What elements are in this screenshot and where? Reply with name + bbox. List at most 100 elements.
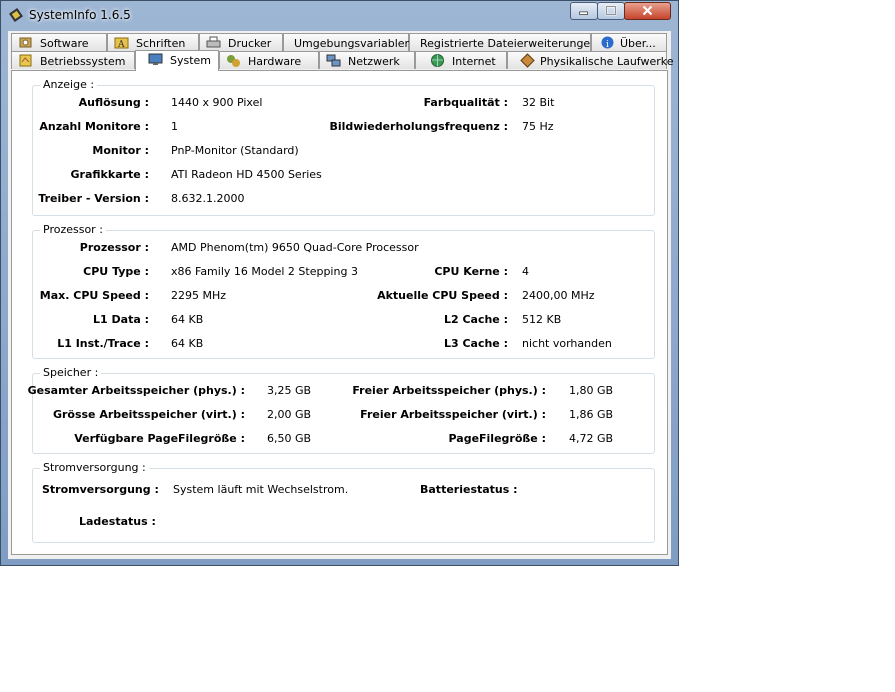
frequenz-label: Bildwiederholungsfrequenz :: [329, 120, 509, 133]
tab-label: Umgebungsvariablen: [294, 37, 412, 50]
farbqualitaet-label: Farbqualität :: [423, 96, 508, 109]
grafikkarte-value: ATI Radeon HD 4500 Series: [171, 168, 322, 181]
tab-label: Registrierte Dateierweiterungen: [420, 37, 598, 50]
chip-icon: [9, 8, 23, 22]
treiber-label: Treiber - Version :: [38, 192, 149, 205]
tab-system[interactable]: System: [135, 50, 219, 71]
group-title: Prozessor :: [40, 223, 106, 236]
l1data-value: 64 KB: [171, 313, 204, 326]
tab-betriebssystem[interactable]: Betriebssystem: [11, 51, 135, 69]
cd-icon: [19, 37, 32, 48]
pagefile-avail-label: Verfügbare PageFilegröße :: [74, 432, 245, 445]
batteriestatus-label: Batteriestatus :: [420, 483, 518, 496]
ladestatus-label: Ladestatus :: [79, 515, 156, 528]
pagefile-value: 4,72 GB: [569, 432, 614, 445]
group-prozessor: Prozessor : Prozessor : AMD Phenom(tm) 9…: [32, 223, 655, 359]
monitore-label: Anzahl Monitore :: [39, 120, 149, 133]
tab-label: Physikalische Laufwerke: [540, 55, 674, 68]
tab-label: Betriebssystem: [40, 55, 126, 68]
svg-text:A: A: [117, 40, 125, 50]
frequenz-value: 75 Hz: [522, 120, 554, 133]
tab-label: Internet: [452, 55, 496, 68]
tab-internet[interactable]: Internet: [415, 51, 507, 69]
tab-label: Über...: [620, 37, 656, 50]
tab-drucker[interactable]: Drucker: [199, 33, 283, 51]
tab-ueber[interactable]: i Über...: [591, 33, 667, 51]
title-bar[interactable]: SystemInfo 1.6.5: [1, 1, 678, 29]
frei-label: Freier Arbeitsspeicher (phys.) :: [352, 384, 546, 397]
os-icon: [19, 54, 32, 67]
pagefile-label: PageFilegröße :: [448, 432, 547, 445]
l2-value: 512 KB: [522, 313, 562, 326]
cputyp-value: x86 Family 16 Model 2 Stepping 3: [171, 265, 358, 278]
client-area: Software A Schriften Drucker Umgebungsva…: [8, 31, 674, 559]
grafikkarte-label: Grafikkarte :: [70, 168, 149, 181]
tab-dateierweiterungen[interactable]: Registrierte Dateierweiterungen: [409, 33, 597, 51]
frei-value: 1,80 GB: [569, 384, 614, 397]
tab-umgebungsvariablen[interactable]: Umgebungsvariablen: [283, 33, 412, 51]
maxspeed-label: Max. CPU Speed :: [39, 289, 149, 302]
tab-label: System: [170, 54, 212, 67]
svg-text:i: i: [606, 40, 609, 50]
freivirt-label: Freier Arbeitsspeicher (virt.) :: [360, 408, 546, 421]
gesamt-value: 3,25 GB: [267, 384, 312, 397]
monitor-icon: [148, 53, 163, 65]
tab-label: Netzwerk: [348, 55, 400, 68]
aufloesung-value: 1440 x 900 Pixel: [171, 96, 263, 109]
group-title: Anzeige :: [40, 78, 98, 91]
group-stromversorgung: Stromversorgung : Stromversorgung : Syst…: [32, 461, 655, 543]
l2-label: L2 Cache :: [443, 313, 508, 326]
minimize-button[interactable]: [570, 2, 598, 20]
stromversorgung-value: System läuft mit Wechselstrom.: [173, 483, 349, 496]
l3-label: L3 Cache :: [443, 337, 508, 350]
network-icon: [326, 54, 341, 67]
l1inst-label: L1 Inst./Trace :: [57, 337, 149, 350]
close-icon: [642, 5, 653, 16]
virt-label: Grösse Arbeitsspeicher (virt.) :: [52, 408, 245, 421]
prozessor-value: AMD Phenom(tm) 9650 Quad-Core Processor: [171, 241, 419, 254]
pagefile-avail-value: 6,50 GB: [267, 432, 312, 445]
close-button[interactable]: [624, 2, 671, 20]
tab-schriften[interactable]: A Schriften: [107, 33, 199, 51]
tab-software[interactable]: Software: [11, 33, 107, 51]
maximize-icon: [605, 5, 617, 16]
group-anzeige: Anzeige : Auflösung : 1440 x 900 Pixel F…: [32, 78, 655, 216]
cputyp-label: CPU Type :: [83, 265, 149, 278]
monitor-value: PnP-Monitor (Standard): [171, 144, 299, 157]
tab-label: Schriften: [136, 37, 186, 50]
hardware-icon: [227, 55, 240, 67]
tab-hardware[interactable]: Hardware: [219, 51, 319, 69]
stromversorgung-label: Stromversorgung :: [42, 483, 159, 496]
system-panel: Anzeige : Auflösung : 1440 x 900 Pixel F…: [11, 70, 668, 555]
kerne-label: CPU Kerne :: [434, 265, 508, 278]
l1data-label: L1 Data :: [93, 313, 149, 326]
virt-value: 2,00 GB: [267, 408, 312, 421]
globe-icon: [431, 54, 444, 67]
maxspeed-value: 2295 MHz: [171, 289, 227, 302]
freivirt-value: 1,86 GB: [569, 408, 614, 421]
tab-label: Software: [40, 37, 89, 50]
prozessor-label: Prozessor :: [79, 241, 149, 254]
kerne-value: 4: [522, 265, 529, 278]
aktspeed-label: Aktuelle CPU Speed :: [377, 289, 508, 302]
aufloesung-label: Auflösung :: [78, 96, 149, 109]
group-title: Speicher :: [40, 366, 102, 379]
info-icon: i: [601, 36, 614, 50]
gesamt-label: Gesamter Arbeitsspeicher (phys.) :: [27, 384, 245, 397]
l1inst-value: 64 KB: [171, 337, 204, 350]
systeminfo-window: SystemInfo 1.6.5 Software A Schriften Dr…: [0, 0, 679, 566]
maximize-button[interactable]: [597, 2, 625, 20]
monitore-value: 1: [171, 120, 178, 133]
tab-physikalische-laufwerke[interactable]: Physikalische Laufwerke: [507, 51, 674, 69]
window-title: SystemInfo 1.6.5: [29, 8, 131, 22]
group-title: Stromversorgung :: [40, 461, 149, 474]
tab-netzwerk[interactable]: Netzwerk: [319, 51, 415, 69]
drive-icon: [520, 53, 535, 68]
monitor-label: Monitor :: [92, 144, 149, 157]
tab-label: Drucker: [228, 37, 272, 50]
font-icon: A: [114, 37, 129, 50]
tab-label: Hardware: [248, 55, 302, 68]
aktspeed-value: 2400,00 MHz: [522, 289, 595, 302]
farbqualitaet-value: 32 Bit: [522, 96, 555, 109]
treiber-value: 8.632.1.2000: [171, 192, 245, 205]
